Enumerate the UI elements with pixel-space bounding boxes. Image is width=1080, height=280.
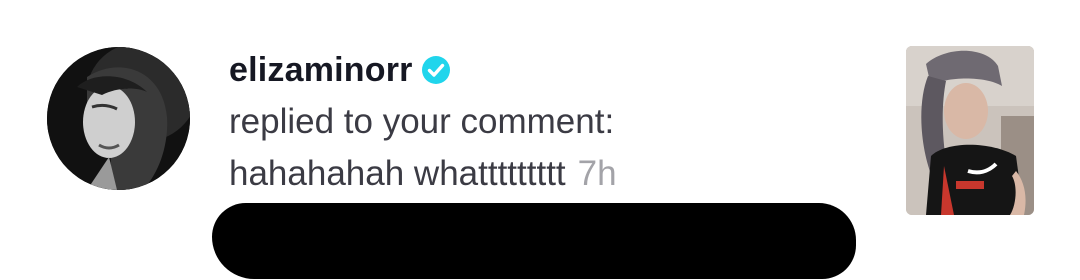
reply-row: hahahahah whattttttttt 7h	[229, 148, 869, 200]
profile-avatar[interactable]	[47, 47, 190, 190]
username[interactable]: elizaminorr	[229, 51, 413, 90]
redaction-mark	[212, 203, 856, 279]
username-row: elizaminorr	[229, 44, 869, 96]
video-thumbnail[interactable]	[906, 46, 1034, 215]
action-text: replied to your comment:	[229, 102, 615, 141]
notification-item[interactable]: elizaminorr replied to your comment: hah…	[0, 0, 1080, 280]
verified-badge-icon	[421, 55, 451, 85]
notification-text: elizaminorr replied to your comment: hah…	[229, 44, 869, 200]
reply-text: hahahahah whattttttttt	[229, 154, 566, 193]
timestamp: 7h	[577, 154, 617, 193]
